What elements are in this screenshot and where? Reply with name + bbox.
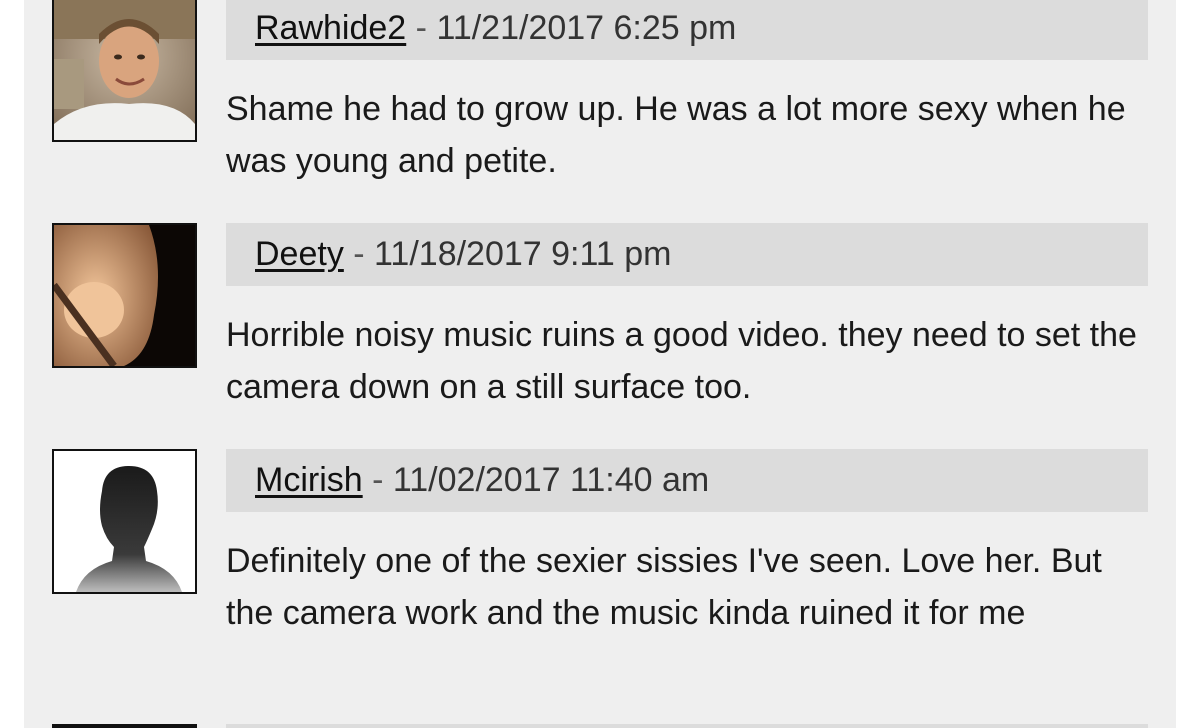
- comment-author-link[interactable]: Rawhide2: [255, 9, 406, 47]
- comment-author-link[interactable]: Mcirish: [255, 461, 363, 499]
- comment-header: Deety - 11/18/2017 9:11 pm: [226, 223, 1148, 286]
- comment-header: Mcirish - 11/02/2017 11:40 am: [226, 449, 1148, 512]
- next-avatar-edge: [52, 724, 197, 728]
- user-photo-avatar-icon: [54, 225, 195, 366]
- user-photo-avatar-icon: [54, 0, 195, 140]
- comment-text: Horrible noisy music ruins a good video.…: [226, 316, 1137, 406]
- default-silhouette-avatar-icon: [54, 451, 195, 592]
- comment-header: Rawhide2 - 11/21/2017 6:25 pm: [226, 0, 1148, 60]
- comments-panel: Rawhide2 - 11/21/2017 6:25 pm Shame he h…: [24, 0, 1176, 728]
- comment-text: Definitely one of the sexier sissies I'v…: [226, 542, 1102, 632]
- comment-text: Shame he had to grow up. He was a lot mo…: [226, 90, 1126, 180]
- user-avatar[interactable]: [52, 449, 197, 594]
- comment-timestamp: 11/02/2017 11:40 am: [392, 461, 710, 499]
- comment-timestamp: 11/21/2017 6:25 pm: [436, 9, 737, 47]
- user-avatar[interactable]: [52, 223, 197, 368]
- comment-timestamp: 11/18/2017 9:11 pm: [374, 235, 672, 273]
- comment-separator: -: [343, 235, 375, 273]
- next-comment-header-edge: [226, 724, 1148, 728]
- user-avatar[interactable]: [52, 0, 197, 142]
- comment-separator: -: [362, 461, 393, 499]
- comment-separator: -: [406, 9, 437, 47]
- comment-author-link[interactable]: Deety: [255, 235, 344, 273]
